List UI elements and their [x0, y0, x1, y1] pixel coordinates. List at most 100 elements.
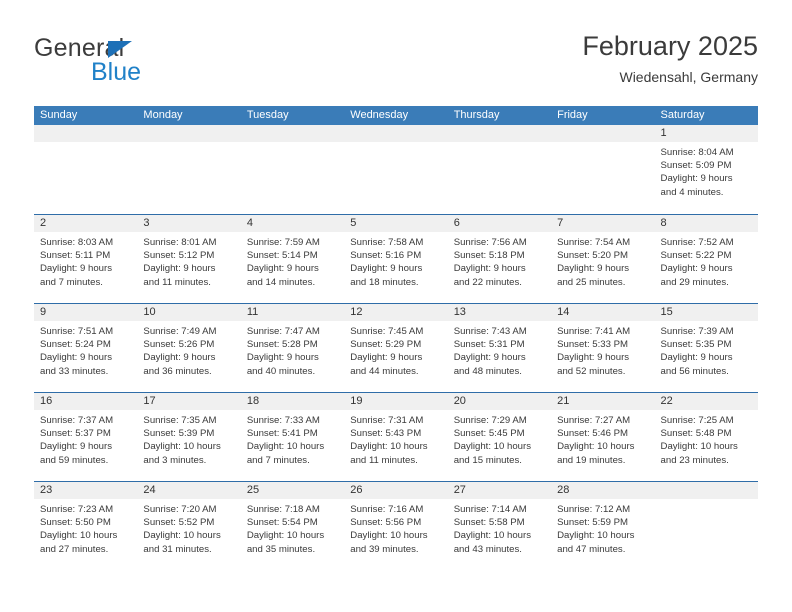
page-title: February 2025: [582, 31, 758, 61]
calendar-day-cell[interactable]: 13 Sunrise: 7:43 AM Sunset: 5:31 PM Dayligh…: [447, 304, 552, 392]
day-detail-line: Daylight: 10 hours: [453, 441, 532, 453]
day-detail-line: Sunrise: 7:16 AM: [350, 504, 424, 515]
day-number: 16: [34, 393, 138, 410]
calendar-day-cell[interactable]: 6 Sunrise: 7:56 AM Sunset: 5:18 PM Daylight…: [447, 215, 552, 303]
calendar-day-cell[interactable]: 20 Sunrise: 7:29 AM Sunset: 5:45 PM Dayligh…: [447, 393, 552, 481]
calendar-week-row: 1 Sunrise: 8:04 AM Sunset: 5:09 PM Daylight…: [34, 125, 758, 214]
day-details: [551, 142, 654, 146]
day-detail-line: and 48 minutes.: [453, 365, 522, 377]
day-detail-line: Sunrise: 8:04 AM: [660, 147, 734, 158]
day-detail-line: Sunset: 5:11 PM: [40, 250, 111, 262]
calendar-day-cell[interactable]: 14 Sunrise: 7:41 AM Sunset: 5:33 PM Dayligh…: [551, 304, 655, 392]
calendar-day-cell[interactable]: 4 Sunrise: 7:59 AM Sunset: 5:14 PM Daylight…: [240, 215, 345, 303]
day-details: [655, 499, 758, 503]
calendar-day-cell[interactable]: 17 Sunrise: 7:35 AM Sunset: 5:39 PM Dayligh…: [137, 393, 241, 481]
day-detail-line: Sunset: 5:20 PM: [557, 250, 629, 262]
day-detail-line: Sunset: 5:29 PM: [350, 339, 422, 351]
calendar-day-cell[interactable]: 19 Sunrise: 7:31 AM Sunset: 5:43 PM Dayligh…: [344, 393, 448, 481]
day-detail-line: and 14 minutes.: [246, 276, 316, 288]
calendar-cell-empty: [34, 125, 138, 214]
calendar-day-cell[interactable]: 9 Sunrise: 7:51 AM Sunset: 5:24 PM Daylight…: [34, 304, 138, 392]
day-detail-line: and 7 minutes.: [246, 454, 310, 466]
logo-triangle-icon: [108, 41, 132, 58]
day-detail-line: Daylight: 9 hours: [453, 263, 526, 275]
calendar-cell-empty: [654, 482, 758, 570]
day-of-week-header-row: Sunday Monday Tuesday Wednesday Thursday Frid…: [34, 106, 758, 125]
day-detail-line: Sunset: 5:18 PM: [453, 250, 525, 262]
day-number: 11: [240, 304, 345, 321]
day-detail-line: Sunrise: 7:56 AM: [453, 237, 527, 248]
day-number: 24: [137, 482, 241, 499]
calendar-day-cell[interactable]: 28 Sunrise: 7:12 AM Sunset: 5:59 PM Dayligh…: [551, 482, 655, 570]
calendar-day-cell[interactable]: 27 Sunrise: 7:14 AM Sunset: 5:58 PM Dayligh…: [447, 482, 552, 570]
day-detail-line: Sunrise: 7:41 AM: [557, 326, 631, 337]
day-detail-line: Daylight: 9 hours: [557, 263, 630, 275]
day-details: Sunrise: 7:58 AM Sunset: 5:16 PM Daylight:…: [344, 232, 447, 289]
calendar-day-cell[interactable]: 26 Sunrise: 7:16 AM Sunset: 5:56 PM Dayligh…: [344, 482, 448, 570]
day-detail-line: Sunrise: 7:35 AM: [143, 415, 217, 426]
calendar-day-cell[interactable]: 2 Sunrise: 8:03 AM Sunset: 5:11 PM Daylight…: [34, 215, 138, 303]
calendar-day-cell[interactable]: 18 Sunrise: 7:33 AM Sunset: 5:41 PM Dayligh…: [240, 393, 345, 481]
day-detail-line: Sunrise: 7:49 AM: [143, 326, 217, 337]
day-header-sunday: Sunday: [40, 109, 78, 121]
day-detail-line: and 43 minutes.: [453, 543, 522, 555]
general-blue-logo[interactable]: General Blue: [34, 34, 294, 94]
day-header-tuesday: Tuesday: [246, 109, 289, 121]
day-detail-line: Daylight: 9 hours: [453, 352, 526, 364]
calendar-day-cell[interactable]: 22 Sunrise: 7:25 AM Sunset: 5:48 PM Dayligh…: [654, 393, 758, 481]
calendar-day-cell[interactable]: 10 Sunrise: 7:49 AM Sunset: 5:26 PM Dayligh…: [137, 304, 241, 392]
day-details: Sunrise: 7:31 AM Sunset: 5:43 PM Daylight:…: [344, 410, 447, 467]
day-number: [240, 125, 345, 142]
calendar-week-row: 23 Sunrise: 7:23 AM Sunset: 5:50 PM Dayligh…: [34, 481, 758, 570]
day-detail-line: Daylight: 10 hours: [143, 530, 221, 542]
calendar-day-cell[interactable]: 11 Sunrise: 7:47 AM Sunset: 5:28 PM Dayligh…: [240, 304, 345, 392]
calendar-day-cell[interactable]: 12 Sunrise: 7:45 AM Sunset: 5:29 PM Dayligh…: [344, 304, 448, 392]
calendar-day-cell[interactable]: 25 Sunrise: 7:18 AM Sunset: 5:54 PM Dayligh…: [240, 482, 345, 570]
day-details: Sunrise: 7:45 AM Sunset: 5:29 PM Daylight:…: [344, 321, 447, 378]
day-details: Sunrise: 7:43 AM Sunset: 5:31 PM Daylight:…: [448, 321, 551, 378]
day-number: 3: [137, 215, 241, 232]
day-number: 8: [654, 215, 758, 232]
day-details: [344, 142, 447, 146]
calendar-day-cell[interactable]: 24 Sunrise: 7:20 AM Sunset: 5:52 PM Dayligh…: [137, 482, 241, 570]
day-detail-line: Sunset: 5:43 PM: [350, 428, 422, 440]
day-detail-line: Sunset: 5:26 PM: [143, 339, 215, 351]
day-details: Sunrise: 7:47 AM Sunset: 5:28 PM Daylight:…: [241, 321, 344, 378]
day-detail-line: and 35 minutes.: [246, 543, 316, 555]
day-number: 26: [344, 482, 448, 499]
day-details: Sunrise: 7:12 AM Sunset: 5:59 PM Daylight:…: [551, 499, 654, 556]
day-detail-line: and 23 minutes.: [660, 454, 729, 466]
calendar-day-cell[interactable]: 15 Sunrise: 7:39 AM Sunset: 5:35 PM Dayligh…: [654, 304, 758, 392]
calendar-day-cell[interactable]: 5 Sunrise: 7:58 AM Sunset: 5:16 PM Daylight…: [344, 215, 448, 303]
day-details: Sunrise: 7:59 AM Sunset: 5:14 PM Daylight:…: [241, 232, 344, 289]
day-detail-line: Sunrise: 7:33 AM: [246, 415, 320, 426]
day-detail-line: and 22 minutes.: [453, 276, 522, 288]
day-detail-line: Sunset: 5:37 PM: [40, 428, 111, 440]
day-detail-line: Sunrise: 7:23 AM: [40, 504, 114, 515]
day-number: 25: [240, 482, 345, 499]
day-detail-line: Daylight: 9 hours: [660, 263, 733, 275]
day-details: Sunrise: 7:54 AM Sunset: 5:20 PM Daylight:…: [551, 232, 654, 289]
day-details: [137, 142, 240, 146]
day-details: Sunrise: 7:25 AM Sunset: 5:48 PM Daylight:…: [655, 410, 758, 467]
day-details: [34, 142, 137, 146]
day-detail-line: and 18 minutes.: [350, 276, 419, 288]
day-detail-line: Daylight: 10 hours: [660, 441, 738, 453]
day-details: [241, 142, 344, 146]
day-detail-line: Sunset: 5:41 PM: [246, 428, 318, 440]
day-header-monday: Monday: [143, 109, 183, 121]
calendar-day-cell[interactable]: 16 Sunrise: 7:37 AM Sunset: 5:37 PM Dayligh…: [34, 393, 138, 481]
day-number: 4: [240, 215, 345, 232]
day-detail-line: Daylight: 9 hours: [40, 352, 112, 364]
day-number: 14: [551, 304, 655, 321]
calendar-day-cell[interactable]: 8 Sunrise: 7:52 AM Sunset: 5:22 PM Daylight…: [654, 215, 758, 303]
calendar-day-cell[interactable]: 1 Sunrise: 8:04 AM Sunset: 5:09 PM Daylight…: [654, 125, 758, 214]
day-detail-line: Daylight: 9 hours: [660, 352, 733, 364]
calendar-day-cell[interactable]: 23 Sunrise: 7:23 AM Sunset: 5:50 PM Dayligh…: [34, 482, 138, 570]
day-detail-line: Sunrise: 7:54 AM: [557, 237, 631, 248]
calendar-day-cell[interactable]: 3 Sunrise: 8:01 AM Sunset: 5:12 PM Daylight…: [137, 215, 241, 303]
calendar-day-cell[interactable]: 7 Sunrise: 7:54 AM Sunset: 5:20 PM Daylight…: [551, 215, 655, 303]
day-number: [34, 125, 138, 142]
calendar-week-row: 2 Sunrise: 8:03 AM Sunset: 5:11 PM Daylight…: [34, 214, 758, 303]
calendar-day-cell[interactable]: 21 Sunrise: 7:27 AM Sunset: 5:46 PM Dayligh…: [551, 393, 655, 481]
